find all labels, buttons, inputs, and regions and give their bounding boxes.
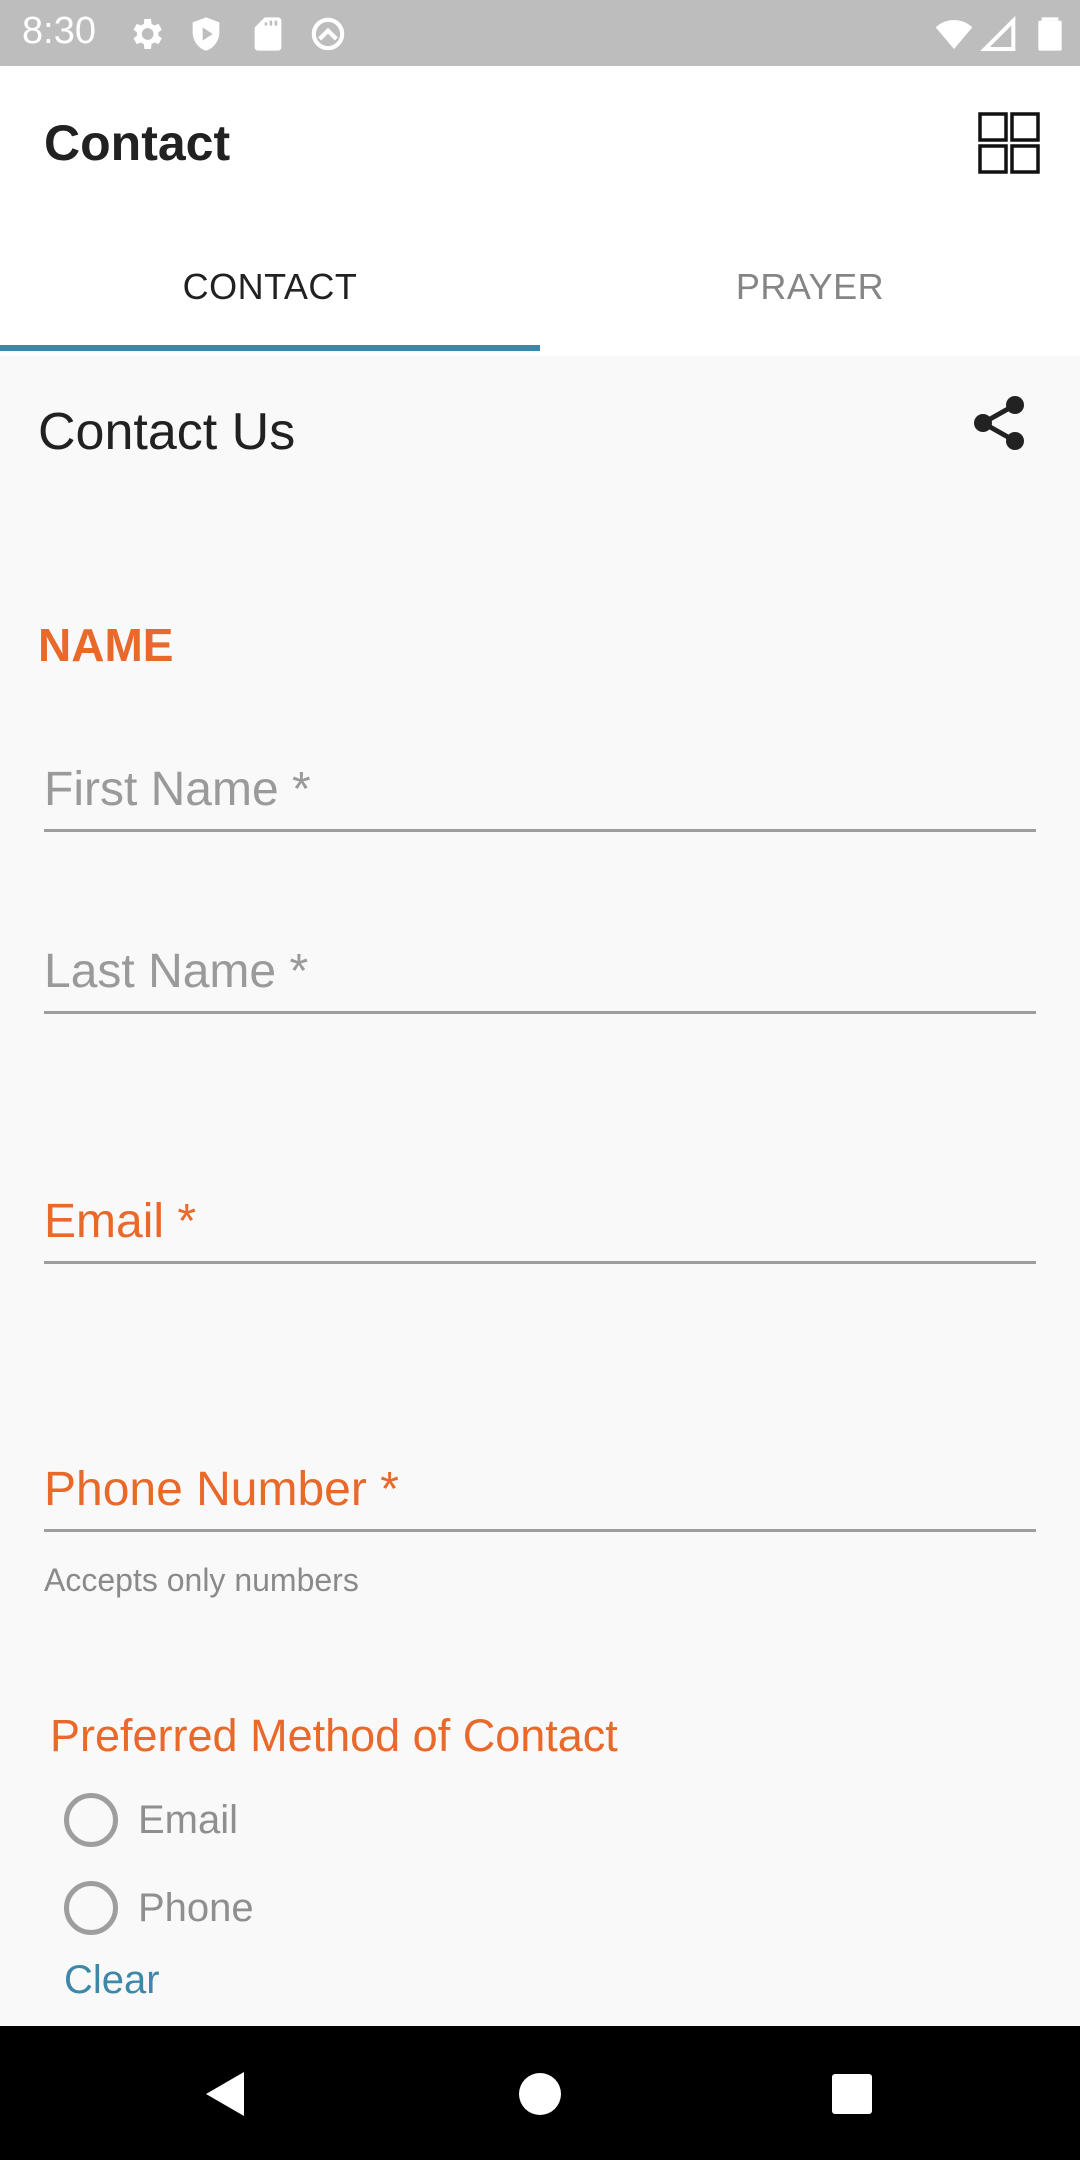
- home-icon[interactable]: [510, 2064, 570, 2124]
- recents-icon[interactable]: [822, 2064, 882, 2124]
- q-logo-icon: [311, 17, 345, 51]
- first-name-label: First Name *: [44, 763, 311, 816]
- navigation-bar: [0, 2026, 1080, 2160]
- phone-field[interactable]: Phone Number *: [44, 1462, 1036, 1532]
- phone-label: Phone Number *: [44, 1463, 399, 1516]
- last-name-label: Last Name *: [44, 945, 309, 998]
- status-bar: 8:30: [0, 0, 1080, 66]
- back-icon[interactable]: [196, 2064, 256, 2124]
- cellular-signal-icon: [980, 15, 1016, 51]
- share-icon[interactable]: [964, 388, 1034, 458]
- wifi-icon: [935, 20, 973, 49]
- radio-phone[interactable]: Phone: [64, 1878, 254, 1938]
- grid-icon[interactable]: [976, 110, 1042, 176]
- sd-card-icon: [254, 17, 282, 51]
- clear-button[interactable]: Clear: [64, 1958, 160, 2003]
- radio-circle-icon[interactable]: [64, 1793, 118, 1847]
- settings-icon: [133, 19, 162, 49]
- section-title: Contact Us: [38, 403, 296, 461]
- app-bar: Contact CONTACT PRAYER: [0, 66, 1080, 356]
- page-title: Contact: [44, 115, 231, 171]
- preferred-contact-label: Preferred Method of Contact: [50, 1710, 618, 1761]
- tab-contact[interactable]: CONTACT: [0, 266, 540, 308]
- battery-icon: [1038, 17, 1062, 51]
- shield-play-icon: [192, 17, 220, 51]
- radio-circle-icon[interactable]: [64, 1881, 118, 1935]
- radio-email[interactable]: Email: [64, 1790, 238, 1850]
- tab-indicator: [0, 345, 540, 351]
- name-section-label: NAME: [38, 619, 174, 671]
- radio-phone-label: Phone: [138, 1885, 254, 1930]
- radio-email-label: Email: [138, 1797, 239, 1842]
- tab-prayer[interactable]: PRAYER: [540, 266, 1080, 308]
- phone-helper-text: Accepts only numbers: [44, 1562, 359, 1598]
- contact-form: Contact Us NAME First Name * Last Name *…: [0, 356, 1080, 2026]
- status-time: 8:30: [22, 10, 96, 52]
- email-field[interactable]: Email *: [44, 1194, 1036, 1264]
- last-name-field[interactable]: Last Name *: [44, 944, 1036, 1014]
- email-label: Email *: [44, 1195, 197, 1248]
- first-name-field[interactable]: First Name *: [44, 762, 1036, 832]
